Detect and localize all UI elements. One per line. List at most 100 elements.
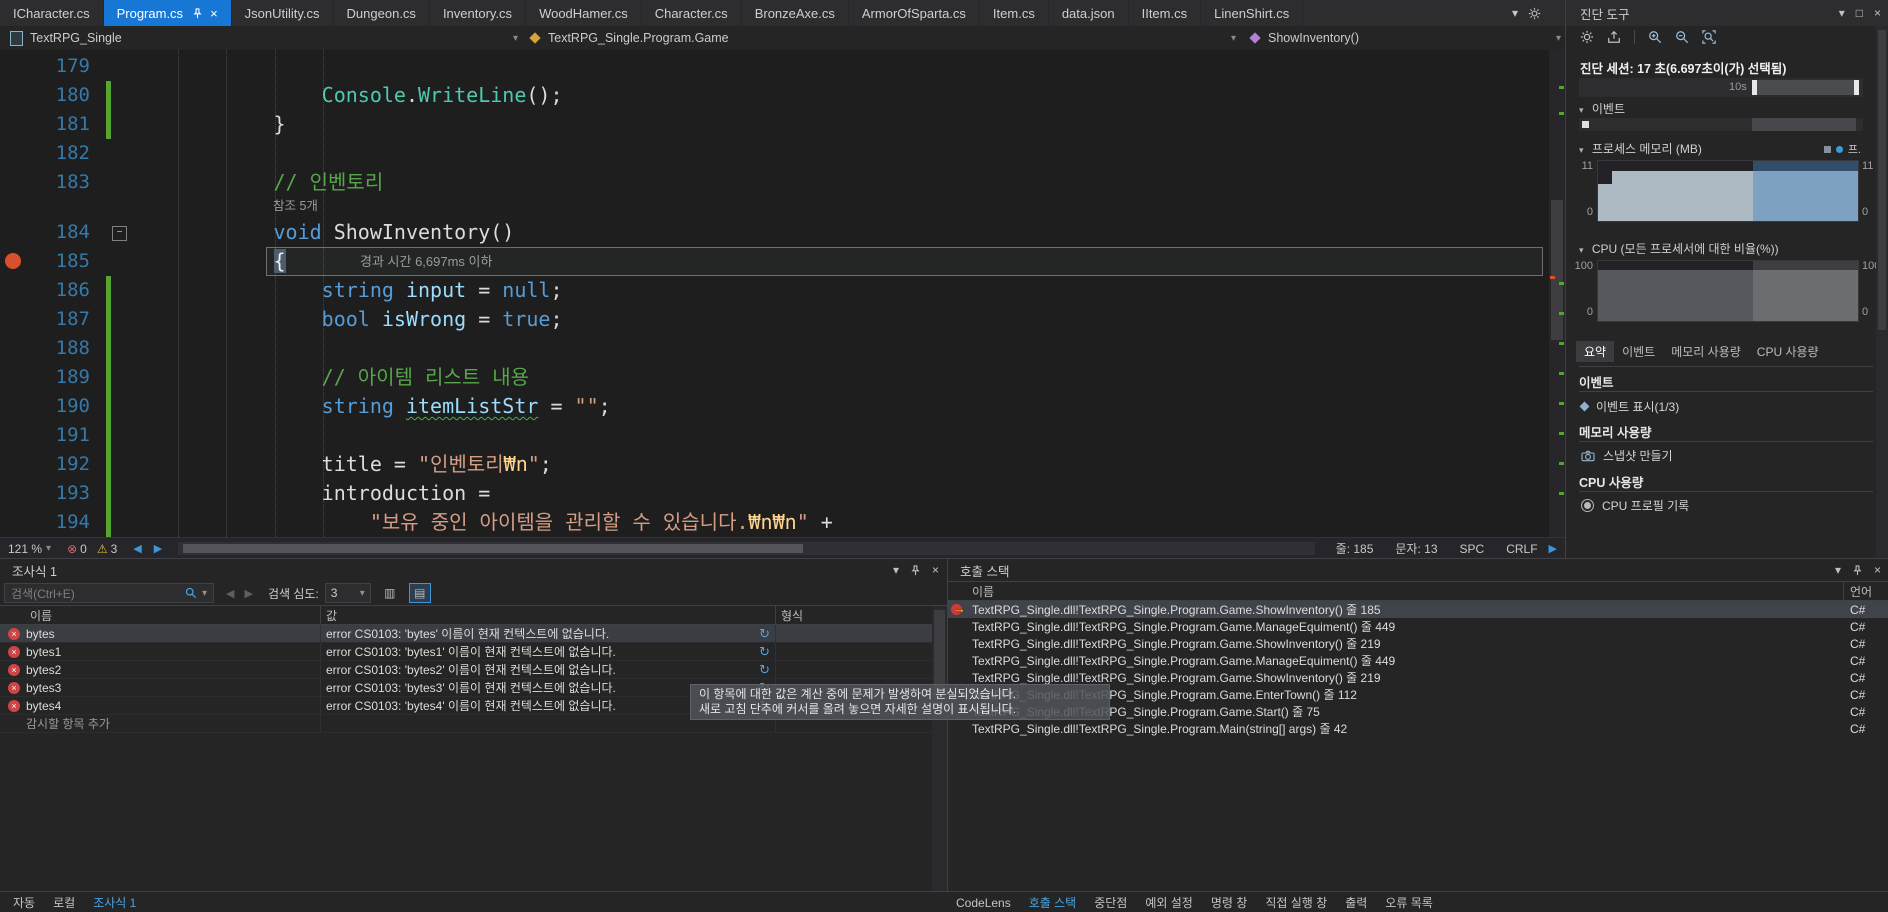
search-next-icon[interactable]: ▶ [244, 587, 252, 600]
column-header-name[interactable]: 이름 [948, 582, 1844, 600]
editor-vertical-scrollbar[interactable] [1549, 50, 1565, 537]
project-dropdown[interactable]: TextRPG_Single ▾ [0, 26, 530, 50]
file-tab-Program.cs[interactable]: Program.cs × [103, 0, 232, 26]
file-tab-ArmorOfSparta.cs[interactable]: ArmorOfSparta.cs [849, 0, 980, 26]
export-icon[interactable] [1607, 30, 1621, 44]
close-icon[interactable]: × [1874, 563, 1881, 577]
pin-icon[interactable] [192, 7, 203, 19]
cpu-graph[interactable]: 100 0 100 0 [1566, 258, 1888, 324]
navigate-forward-icon[interactable]: ▶ [154, 542, 162, 555]
window-position-icon[interactable]: ▾ [1835, 563, 1841, 577]
memory-section-header[interactable]: ▾ 프로세스 메모리 (MB) [1579, 140, 1702, 157]
pin-icon[interactable] [910, 564, 921, 576]
diag-tab-이벤트[interactable]: 이벤트 [1614, 341, 1663, 362]
watch-row[interactable]: × bytes2 error CS0103: 'bytes2' 이름이 현재 컨텍스… [0, 661, 947, 679]
bottom-tab-로컬[interactable]: 로컬 [44, 894, 84, 911]
file-tab-LinenShirt.cs[interactable]: LinenShirt.cs [1201, 0, 1304, 26]
call-stack-frame[interactable]: TextRPG_Single.dll!TextRPG_Single.Progra… [948, 720, 1888, 737]
zoom-reset-icon[interactable] [1702, 30, 1716, 44]
member-dropdown[interactable]: ShowInventory() ▾ [1240, 26, 1573, 50]
scrollbar-thumb[interactable] [1551, 200, 1563, 340]
bottom-tab-중단점[interactable]: 중단점 [1085, 894, 1136, 911]
zoom-level[interactable]: 121 % [8, 542, 42, 556]
diag-tab-CPU 사용량[interactable]: CPU 사용량 [1749, 341, 1827, 362]
memory-legend[interactable]: 프. [1823, 141, 1861, 157]
file-tab-WoodHamer.cs[interactable]: WoodHamer.cs [526, 0, 642, 26]
scrollbar-thumb[interactable] [183, 544, 804, 553]
file-tab-ICharacter.cs[interactable]: ICharacter.cs [0, 0, 104, 26]
zoom-out-icon[interactable] [1675, 30, 1689, 44]
call-stack-frame[interactable]: TextRPG_Single.dll!TextRPG_Single.Progra… [948, 652, 1888, 669]
cpu-section-header[interactable]: ▾ CPU (모든 프로세서에 대한 비율(%)) [1579, 240, 1779, 257]
breakpoint-indicator[interactable] [5, 253, 21, 269]
type-dropdown[interactable]: TextRPG_Single.Program.Game ▾ [520, 26, 1248, 50]
diag-tab-메모리 사용량[interactable]: 메모리 사용량 [1663, 341, 1749, 362]
refresh-icon[interactable]: ↻ [759, 626, 770, 642]
expander-icon[interactable]: ▾ [1579, 105, 1584, 115]
call-stack-header[interactable]: 호출 스택 ▾ × [948, 559, 1888, 581]
refresh-icon[interactable]: ↻ [759, 662, 770, 678]
editor-horizontal-scrollbar[interactable] [178, 542, 1315, 555]
file-tab-IItem.cs[interactable]: IItem.cs [1129, 0, 1202, 26]
outline-collapse-button[interactable]: − [112, 226, 127, 241]
refresh-icon[interactable]: ↻ [759, 644, 770, 660]
file-tab-data.json[interactable]: data.json [1049, 0, 1129, 26]
column-header-value[interactable]: 값 [321, 606, 776, 624]
close-icon[interactable]: × [210, 6, 218, 21]
take-snapshot-link[interactable]: 스냅샷 만들기 [1581, 447, 1673, 464]
diagnostic-scrollbar[interactable] [1876, 26, 1888, 558]
close-icon[interactable]: × [1874, 6, 1881, 20]
show-events-link[interactable]: 이벤트 표시(1/3) [1579, 398, 1679, 415]
file-tab-Item.cs[interactable]: Item.cs [980, 0, 1049, 26]
call-stack-frame[interactable]: TextRPG_Single.dll!TextRPG_Single.Progra… [948, 618, 1888, 635]
column-header-language[interactable]: 언어 [1844, 582, 1888, 600]
event-marker[interactable] [1582, 121, 1589, 128]
file-tab-JsonUtility.cs[interactable]: JsonUtility.cs [232, 0, 334, 26]
file-tab-Dungeon.cs[interactable]: Dungeon.cs [334, 0, 430, 26]
bottom-tab-자동[interactable]: 자동 [4, 894, 44, 911]
events-section-header[interactable]: ▾ 이벤트 [1579, 100, 1625, 117]
watch-view-option-icon[interactable]: ▥ [379, 583, 401, 603]
bottom-tab-조사식 1[interactable]: 조사식 1 [84, 894, 145, 911]
code-editor[interactable]: 179 180 Console.WriteLine(); 181 } 182 183 /… [0, 50, 1565, 537]
watch-scrollbar[interactable] [932, 606, 947, 892]
watch-search-input[interactable]: 검색(Ctrl+E) ▾ [4, 583, 214, 603]
column-header-type[interactable]: 형식 [776, 606, 947, 624]
chevron-down-icon[interactable]: ▾ [202, 588, 207, 599]
pin-icon[interactable] [1852, 564, 1863, 576]
file-tab-Character.cs[interactable]: Character.cs [642, 0, 742, 26]
close-icon[interactable]: × [932, 563, 939, 577]
zoom-in-icon[interactable] [1648, 30, 1662, 44]
settings-gear-icon[interactable] [1580, 30, 1594, 44]
column-header-name[interactable]: 이름 [0, 606, 321, 624]
watch-panel-header[interactable]: 조사식 1 ▾ × [0, 559, 947, 581]
bottom-tab-오류 목록[interactable]: 오류 목록 [1376, 894, 1442, 911]
watch-columns-option-icon[interactable]: ▤ [408, 583, 431, 603]
file-tab-BronzeAxe.cs[interactable]: BronzeAxe.cs [742, 0, 849, 26]
expander-icon[interactable]: ▾ [1579, 245, 1584, 255]
watch-row[interactable]: × bytes1 error CS0103: 'bytes1' 이름이 현재 컨텍스… [0, 643, 947, 661]
bottom-tab-출력[interactable]: 출력 [1336, 894, 1376, 911]
bottom-tab-직접 실행 창[interactable]: 직접 실행 창 [1256, 894, 1336, 911]
events-track[interactable] [1579, 118, 1863, 131]
warning-count-icon[interactable]: ⚠ [97, 542, 108, 556]
file-tab-Inventory.cs[interactable]: Inventory.cs [430, 0, 527, 26]
tab-list-chevron-icon[interactable]: ▾ [1512, 6, 1518, 20]
bottom-tab-예외 설정[interactable]: 예외 설정 [1136, 894, 1202, 911]
search-previous-icon[interactable]: ◀ [226, 587, 234, 600]
bottom-tab-명령 창[interactable]: 명령 창 [1202, 894, 1256, 911]
document-options-gear-icon[interactable] [1528, 7, 1541, 20]
float-window-icon[interactable]: □ [1856, 6, 1863, 20]
diag-tab-요약[interactable]: 요약 [1576, 341, 1615, 362]
window-position-icon[interactable]: ▾ [1839, 6, 1845, 20]
search-icon[interactable] [185, 587, 197, 599]
error-count-icon[interactable]: ⊗ [67, 542, 77, 556]
bottom-tab-호출 스택[interactable]: 호출 스택 [1020, 894, 1086, 911]
watch-row[interactable]: × bytes error CS0103: 'bytes' 이름이 현재 컨텍스트에… [0, 625, 947, 643]
memory-graph[interactable]: 11 0 11 0 [1566, 158, 1888, 224]
codelens-references[interactable]: 참조 5개 [0, 197, 1565, 218]
timeline-selection-range[interactable] [1757, 80, 1854, 95]
window-position-icon[interactable]: ▾ [893, 563, 899, 577]
record-cpu-profile-link[interactable]: CPU 프로필 기록 [1581, 497, 1689, 514]
search-depth-dropdown[interactable]: 3 ▾ [324, 583, 371, 603]
